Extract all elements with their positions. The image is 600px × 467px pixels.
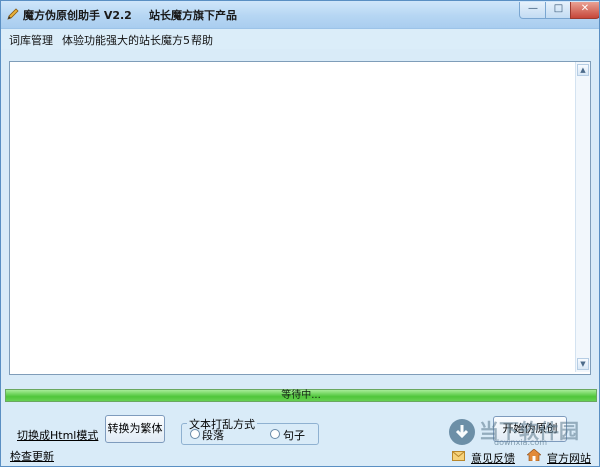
progress-bar: 等待中... xyxy=(5,389,597,402)
close-button[interactable]: ✕ xyxy=(570,2,599,19)
watermark-download-icon xyxy=(449,419,475,445)
menu-item-help[interactable]: 帮助 xyxy=(191,32,213,48)
switch-html-mode-link[interactable]: 切换成Html模式 xyxy=(17,427,98,443)
feedback-link[interactable]: 意见反馈 xyxy=(471,450,515,466)
pencil-icon xyxy=(7,8,19,20)
radio-paragraph[interactable] xyxy=(190,429,200,439)
home-icon xyxy=(527,449,541,461)
window-slogan: 站长魔方旗下产品 xyxy=(149,9,237,22)
radio-paragraph-label: 段落 xyxy=(202,429,224,442)
app-window: 魔方伪原创助手 V2.2 站长魔方旗下产品 — □ ✕ 词库管理 体验功能强大的… xyxy=(0,0,600,467)
radio-sentence[interactable] xyxy=(270,429,280,439)
envelope-icon xyxy=(452,451,465,461)
check-update-link[interactable]: 检查更新 xyxy=(10,448,54,464)
official-website-link[interactable]: 官方网站 xyxy=(547,450,591,466)
maximize-button[interactable]: □ xyxy=(545,2,572,19)
title-bar: 魔方伪原创助手 V2.2 站长魔方旗下产品 — □ ✕ xyxy=(1,1,599,29)
convert-traditional-button[interactable]: 转换为繁体 xyxy=(105,415,165,443)
minimize-button[interactable]: — xyxy=(519,2,547,19)
menu-item-lexicon[interactable]: 词库管理 xyxy=(9,32,53,48)
menu-bar: 词库管理 体验功能强大的站长魔方5 帮助 xyxy=(1,29,599,49)
watermark-sub: downxia.com xyxy=(494,438,548,447)
window-title: 魔方伪原创助手 V2.2 xyxy=(23,9,132,22)
radio-sentence-label: 句子 xyxy=(283,429,305,442)
menu-item-webmaster-cube[interactable]: 体验功能强大的站长魔方5 xyxy=(62,32,190,48)
progress-status: 等待中... xyxy=(281,390,321,401)
text-editor[interactable] xyxy=(9,61,591,375)
